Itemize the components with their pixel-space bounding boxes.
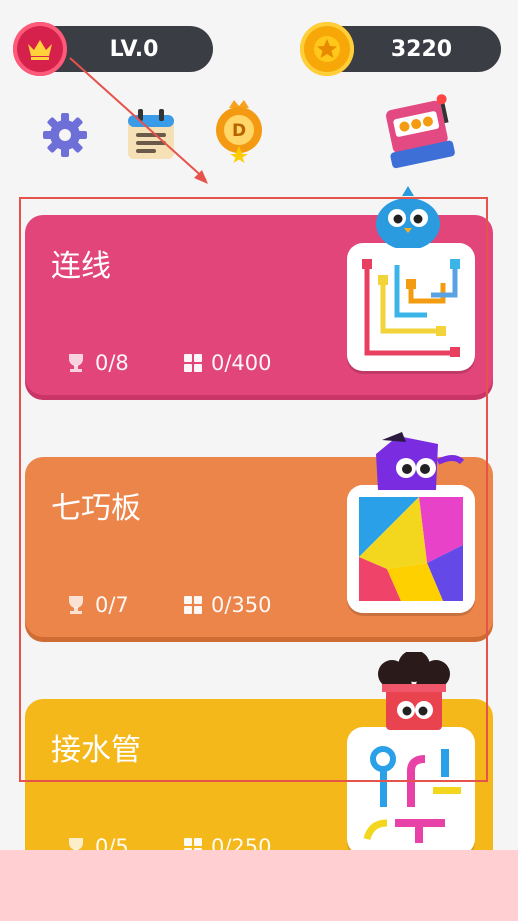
annotation-arrow: [69, 57, 208, 184]
bottom-overlay: [0, 850, 518, 921]
